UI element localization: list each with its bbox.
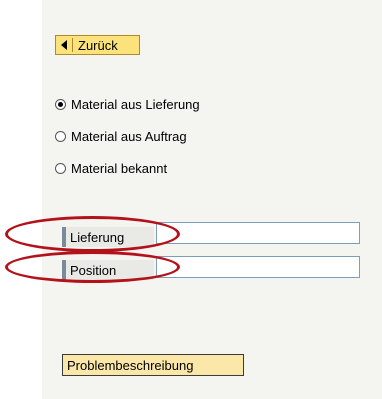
radio-material-aus-auftrag[interactable]: Material aus Auftrag [55, 127, 187, 145]
back-arrow-icon [61, 40, 67, 50]
position-label: Position [62, 260, 154, 280]
problembeschreibung-label: Problembeschreibung [67, 357, 194, 373]
radio-label: Material bekannt [71, 160, 168, 176]
radio-label: Material aus Lieferung [71, 96, 200, 112]
radio-button-icon[interactable] [55, 98, 66, 110]
lieferung-label-text: Lieferung [70, 229, 125, 245]
radio-material-aus-lieferung[interactable]: Material aus Lieferung [55, 95, 200, 113]
back-button-label: Zurück [78, 37, 118, 53]
radio-material-bekannt[interactable]: Material bekannt [55, 159, 167, 177]
position-label-text: Position [70, 262, 117, 278]
problembeschreibung-button[interactable]: Problembeschreibung [62, 354, 244, 376]
radio-selected-dot [58, 101, 63, 107]
radio-button-icon[interactable] [55, 162, 66, 174]
lieferung-input[interactable] [156, 222, 360, 244]
position-input[interactable] [156, 256, 360, 278]
form-panel [42, 0, 382, 399]
lieferung-label: Lieferung [62, 227, 154, 247]
radio-label: Material aus Auftrag [71, 128, 187, 144]
back-button[interactable]: Zurück [55, 35, 140, 55]
radio-button-icon[interactable] [55, 130, 66, 142]
button-separator [72, 38, 73, 52]
